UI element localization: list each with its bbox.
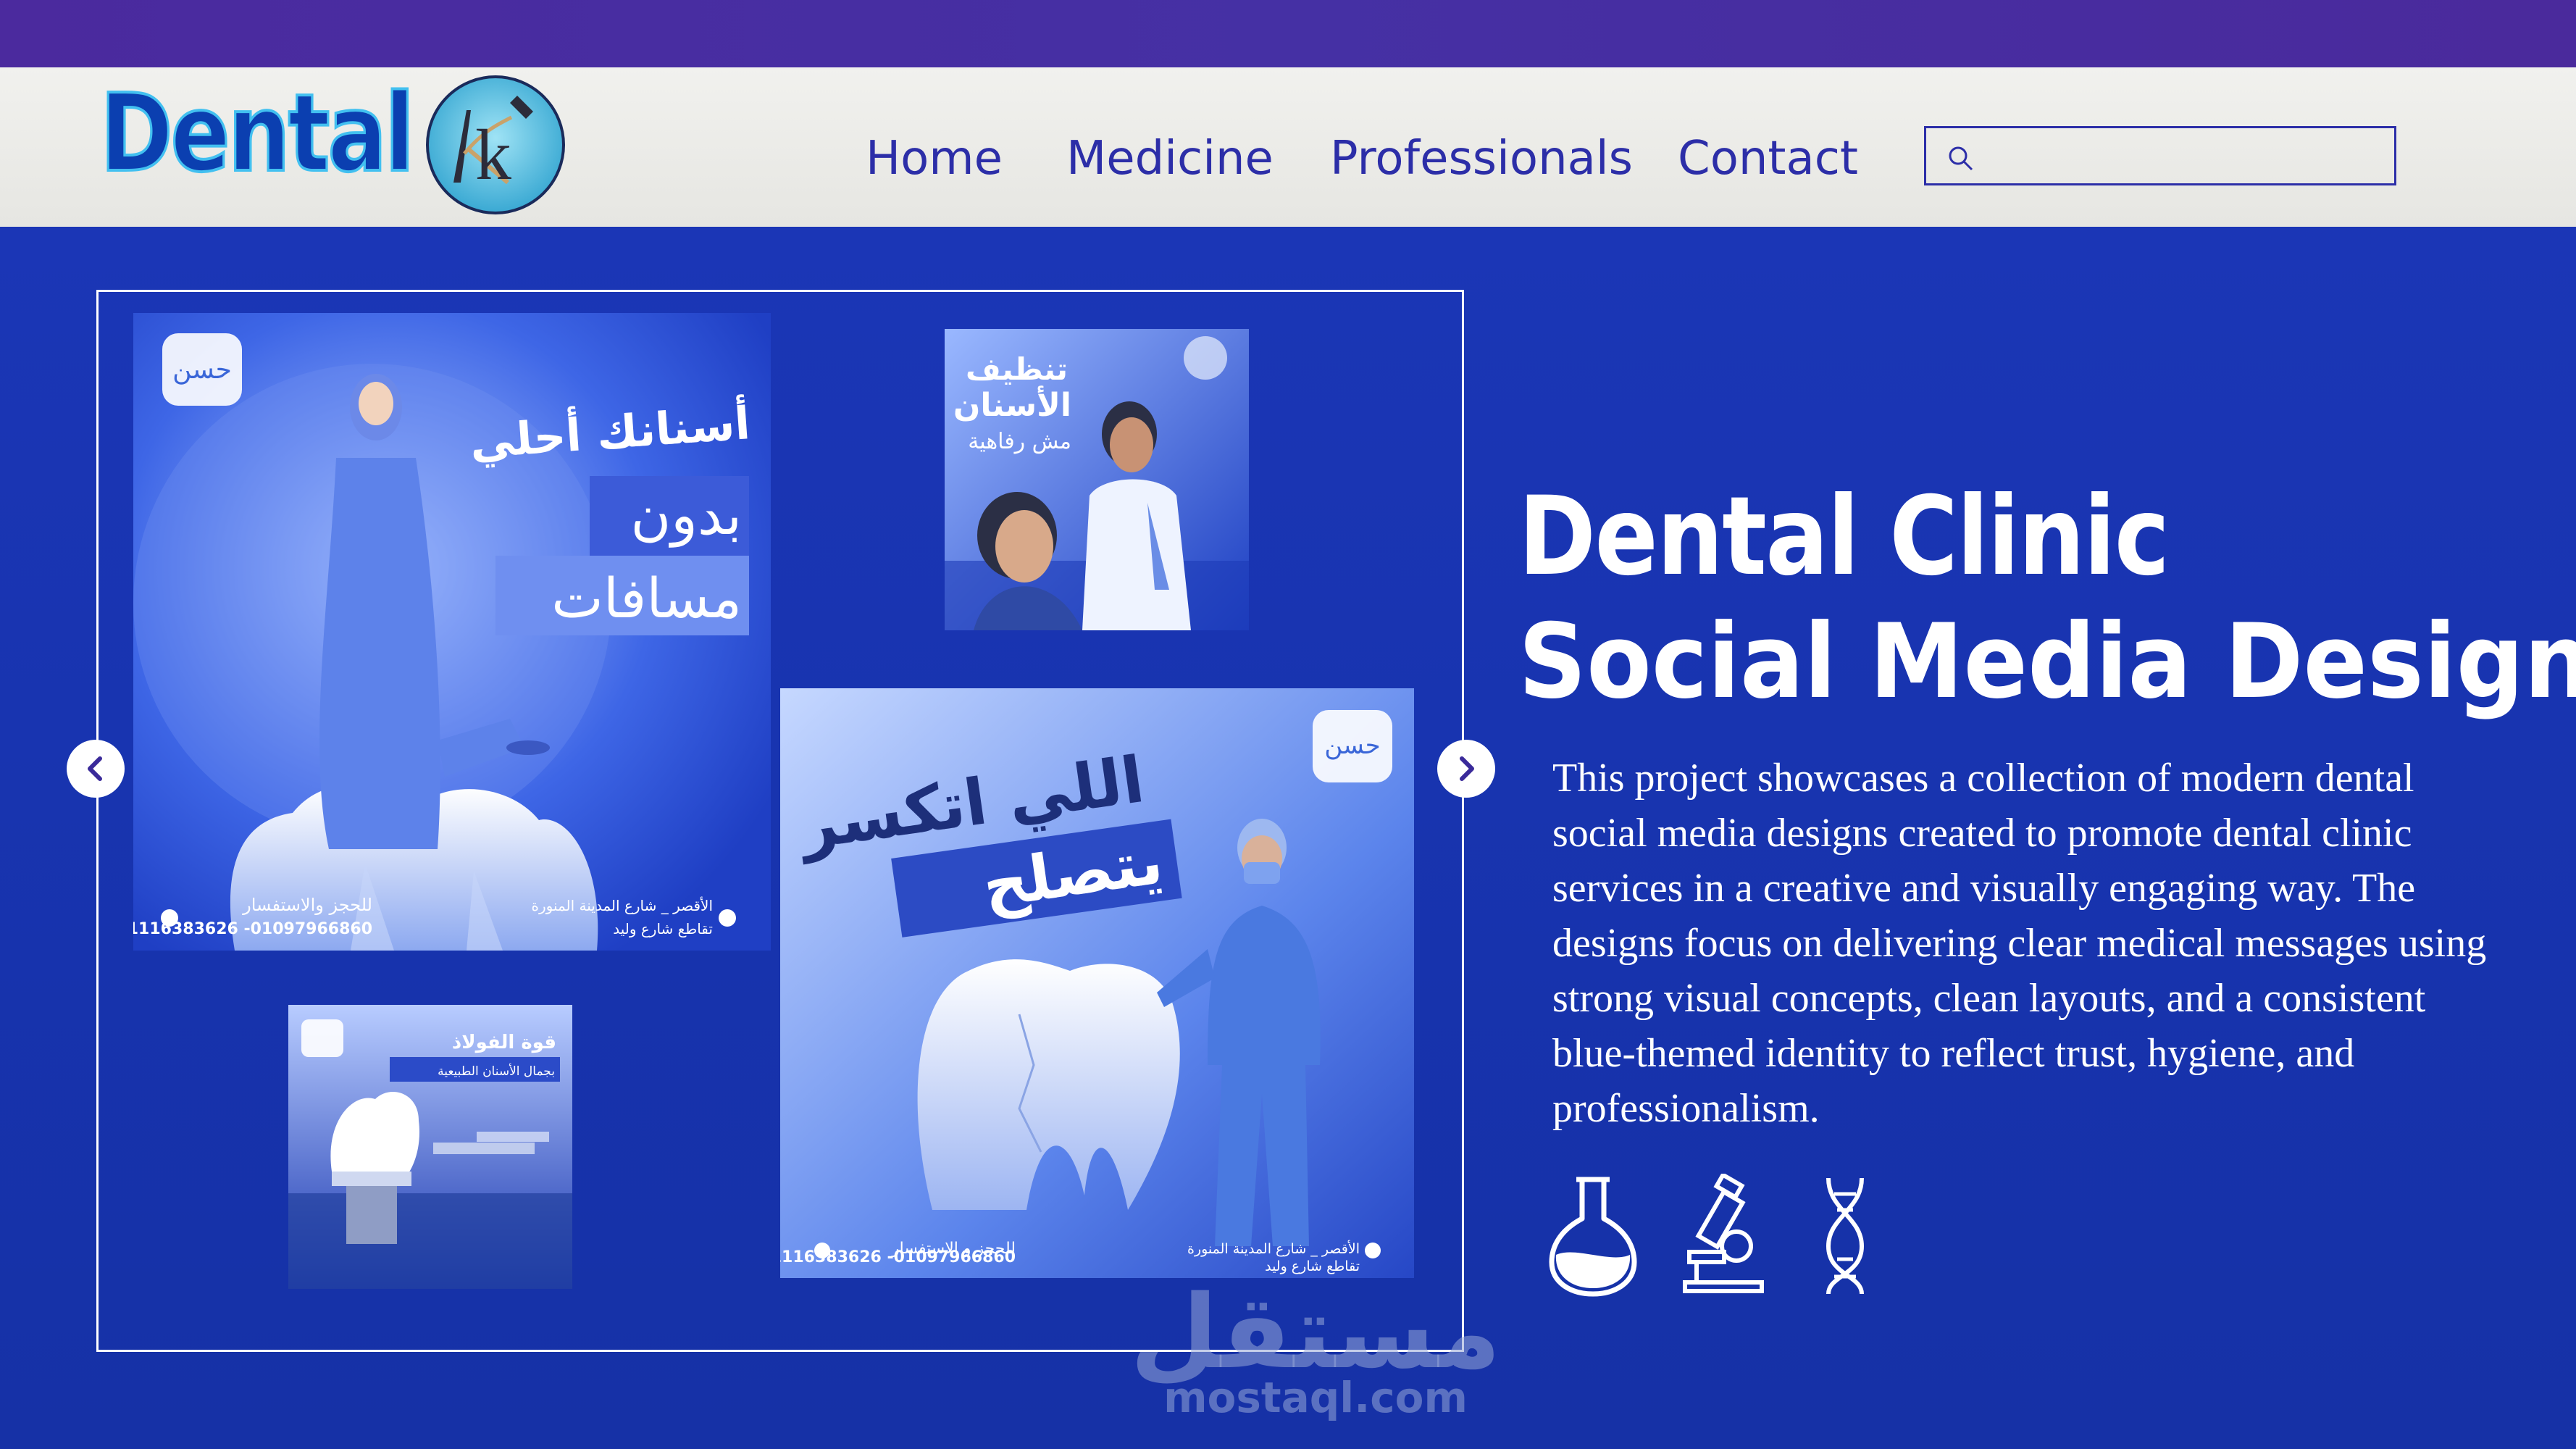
design-card-cleaning[interactable]: تنظيف الأسنان مش رفاهية [945,329,1249,630]
watermark-latin: mostaql.com [1163,1373,1468,1422]
design-card-implant[interactable]: قوة الفولاذ بجمال الأسنان الطبيعية [288,1005,572,1289]
top-strip [0,0,2576,67]
project-description: This project showcases a collection of m… [1552,756,2487,1131]
watermark: مستقل mostaql.com [1130,1282,1501,1419]
design-card-smile[interactable]: حسن أسنانك أحلي بدون مسافات للحجز والاست… [133,313,771,951]
svg-text:الأسنان: الأسنان [953,385,1071,424]
page-title: Dental Clinic [1518,473,2170,600]
search-icon[interactable] [1946,144,1975,173]
chevron-right-icon [1460,756,1474,781]
svg-text:مش رفاهية: مش رفاهية [968,429,1071,454]
svg-text:الأقصر _ شارع المدينة المنورة: الأقصر _ شارع المدينة المنورة [1187,1240,1360,1257]
svg-text:حسن: حسن [172,355,232,385]
logo-monogram: k [475,114,511,195]
microscope-icon [1683,1174,1764,1293]
chevron-left-icon [88,756,102,781]
search-input[interactable] [1977,133,2385,180]
page-subtitle: Social Media Designs [1518,601,2576,722]
flask-icon [1549,1177,1637,1297]
design-card-repair[interactable]: حسن اللي اتكسر يتصلح للحجز و الاستفسار 0… [780,688,1414,1278]
svg-text:قوة الفولاذ: قوة الفولاذ [452,1032,556,1053]
nav-medicine[interactable]: Medicine [1066,132,1274,185]
nav-contact[interactable]: Contact [1678,132,1858,185]
svg-text:بجمال الأسنان الطبيعية: بجمال الأسنان الطبيعية [438,1064,555,1079]
svg-text:تقاطع شارع وليد: تقاطع شارع وليد [1265,1258,1360,1274]
svg-text:حسن: حسن [1324,731,1380,760]
gallery-next-button[interactable] [1437,740,1495,798]
brand-logo[interactable]: k [425,74,566,216]
nav-professionals[interactable]: Professionals [1330,132,1633,185]
brand-wordmark[interactable]: Dental [99,78,416,188]
svg-text:تقاطع شارع وليد: تقاطع شارع وليد [613,920,713,938]
nav-home[interactable]: Home [866,132,1003,185]
svg-text:مسافات: مسافات [551,566,742,630]
svg-text:بدون: بدون [630,483,742,548]
dna-icon [1826,1177,1865,1295]
watermark-arabic: مستقل [1130,1274,1502,1392]
svg-text:الأقصر _ شارع المدينة المنورة: الأقصر _ شارع المدينة المنورة [531,897,713,914]
gallery-prev-button[interactable] [67,740,125,798]
svg-text:تنظيف: تنظيف [966,351,1068,387]
search-box[interactable] [1924,126,2396,185]
svg-text:للحجز والاستفسار: للحجز والاستفسار [242,895,372,915]
